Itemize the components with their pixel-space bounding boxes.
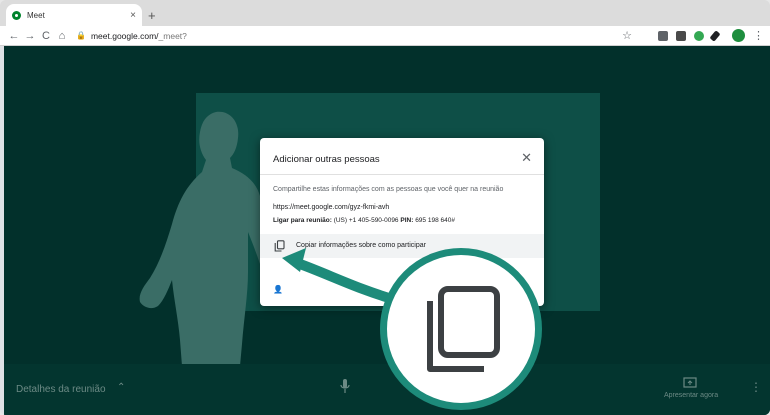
browser-window: Meet × + ← → C ⌂ 🔒 meet.google.com/_meet… <box>0 0 770 415</box>
copy-zoom-callout <box>380 248 542 410</box>
copy-large-icon <box>427 286 500 372</box>
